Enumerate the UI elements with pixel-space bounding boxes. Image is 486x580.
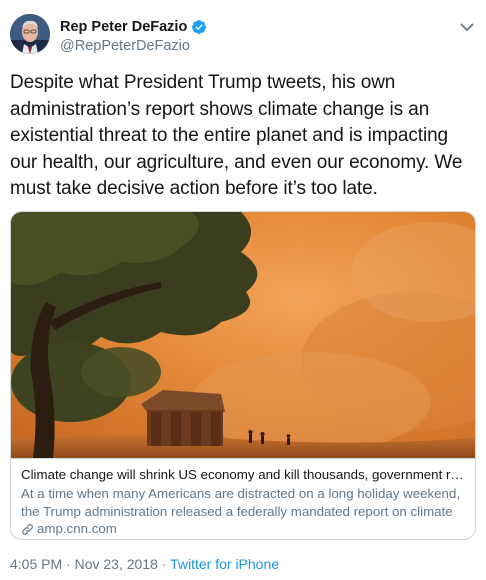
tweet: Rep Peter DeFazio @RepPeterDeFazio Despi… <box>0 0 486 580</box>
card-image[interactable] <box>11 212 475 458</box>
wildfire-photo <box>11 212 475 458</box>
avatar[interactable] <box>10 14 50 54</box>
tweet-date[interactable]: Nov 23, 2018 <box>75 556 158 572</box>
tweet-source-link[interactable]: Twitter for iPhone <box>170 556 279 572</box>
card-description: At a time when many Americans are distra… <box>21 486 461 519</box>
card-meta[interactable]: Climate change will shrink US economy an… <box>11 458 475 539</box>
link-icon <box>21 523 34 536</box>
tweet-footer: 4:05 PM · Nov 23, 2018 · Twitter for iPh… <box>10 556 279 572</box>
tweet-time[interactable]: 4:05 PM <box>10 556 62 572</box>
avatar-image <box>10 14 50 54</box>
verified-badge-icon <box>191 19 207 35</box>
card-title[interactable]: Climate change will shrink US economy an… <box>21 466 465 484</box>
footer-separator: · <box>62 556 75 572</box>
handle[interactable]: @RepPeterDeFazio <box>60 38 207 54</box>
card-domain: amp.cnn.com <box>37 521 117 536</box>
tweet-text: Despite what President Trump tweets, his… <box>10 72 463 199</box>
author-block[interactable]: Rep Peter DeFazio @RepPeterDeFazio <box>60 18 207 54</box>
link-card[interactable]: Climate change will shrink US economy an… <box>10 211 476 540</box>
card-domain-row: amp.cnn.com <box>21 520 465 538</box>
footer-separator-2: · <box>157 556 171 572</box>
chevron-down-icon[interactable] <box>458 18 476 36</box>
display-name[interactable]: Rep Peter DeFazio <box>60 19 187 35</box>
